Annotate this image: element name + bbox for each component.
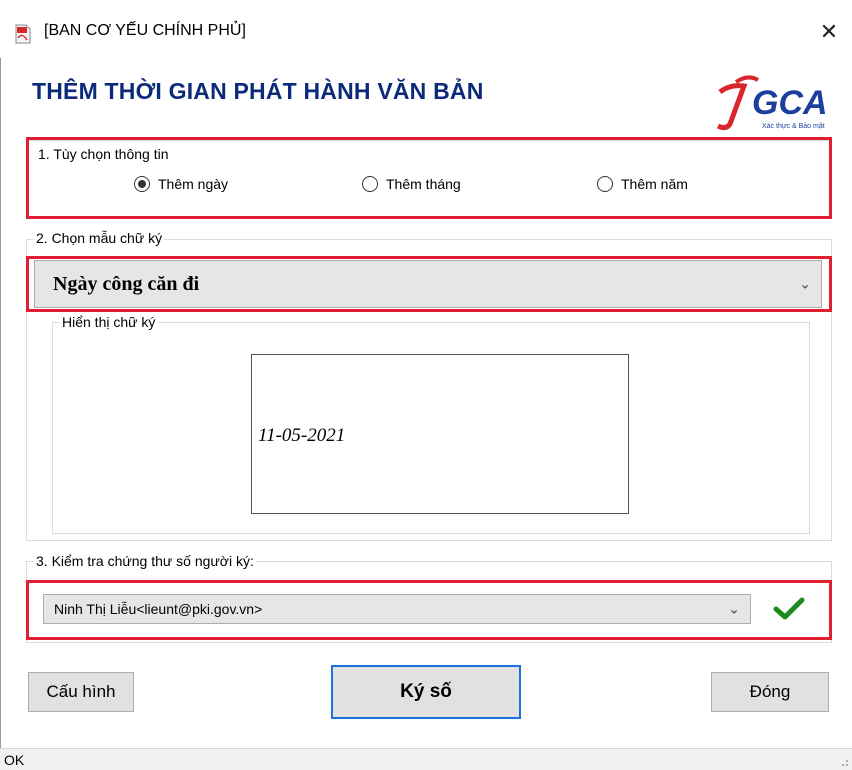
chevron-down-icon: ⌄ bbox=[728, 600, 740, 617]
window-title: [BAN CƠ YẾU CHÍNH PHỦ] bbox=[44, 22, 246, 39]
page-title: THÊM THỜI GIAN PHÁT HÀNH VĂN BẢN bbox=[32, 78, 484, 104]
logo-text: GCA bbox=[752, 84, 828, 122]
status-text: OK bbox=[4, 752, 25, 768]
radio-selected-dot bbox=[138, 180, 146, 188]
signature-group-label: 2. Chọn mẫu chữ ký bbox=[34, 230, 165, 246]
window-close-button[interactable]: ✕ bbox=[806, 12, 852, 52]
signature-preview-label: Hiển thị chữ ký bbox=[60, 314, 158, 330]
signature-preview-box: 11-05-2021 bbox=[251, 354, 629, 514]
radio-indicator bbox=[597, 176, 613, 192]
signature-template-value: Ngày công căn đi bbox=[53, 272, 200, 295]
radio-add-year[interactable]: Thêm năm bbox=[597, 176, 688, 192]
radio-indicator bbox=[362, 176, 378, 192]
close-button[interactable]: Đóng bbox=[711, 672, 829, 712]
certificate-select[interactable]: Ninh Thị Liễu<lieunt@pki.gov.vn> ⌄ bbox=[43, 594, 751, 624]
title-bar: [BAN CƠ YẾU CHÍNH PHỦ] ✕ bbox=[0, 0, 852, 58]
certificate-value: Ninh Thị Liễu<lieunt@pki.gov.vn> bbox=[54, 601, 263, 617]
certificate-group-label: 3. Kiểm tra chứng thư số người ký: bbox=[34, 553, 256, 569]
vgca-logo: GCA Xác thực & Bảo mật bbox=[716, 75, 828, 131]
signature-preview-date: 11-05-2021 bbox=[258, 425, 346, 446]
radio-add-day[interactable]: Thêm ngày bbox=[134, 176, 228, 192]
radio-add-month-label: Thêm tháng bbox=[386, 176, 461, 192]
radio-add-day-label: Thêm ngày bbox=[158, 176, 229, 192]
status-bar: OK bbox=[0, 748, 852, 770]
radio-add-year-label: Thêm năm bbox=[621, 176, 688, 192]
radio-add-month[interactable]: Thêm tháng bbox=[362, 176, 461, 192]
sign-button[interactable]: Ký số bbox=[331, 665, 521, 719]
config-button[interactable]: Cấu hình bbox=[28, 672, 134, 712]
radio-indicator bbox=[134, 176, 150, 192]
pdf-app-icon bbox=[15, 24, 31, 44]
resize-grip-icon[interactable] bbox=[839, 757, 849, 767]
signature-template-select[interactable]: Ngày công căn đi ⌄ bbox=[34, 260, 822, 308]
options-group-label: 1. Tùy chọn thông tin bbox=[36, 146, 171, 162]
logo-tagline: Xác thực & Bảo mật bbox=[762, 123, 825, 130]
checkmark-icon bbox=[773, 597, 805, 620]
window-border bbox=[0, 58, 1, 748]
chevron-down-icon: ⌄ bbox=[799, 275, 811, 292]
